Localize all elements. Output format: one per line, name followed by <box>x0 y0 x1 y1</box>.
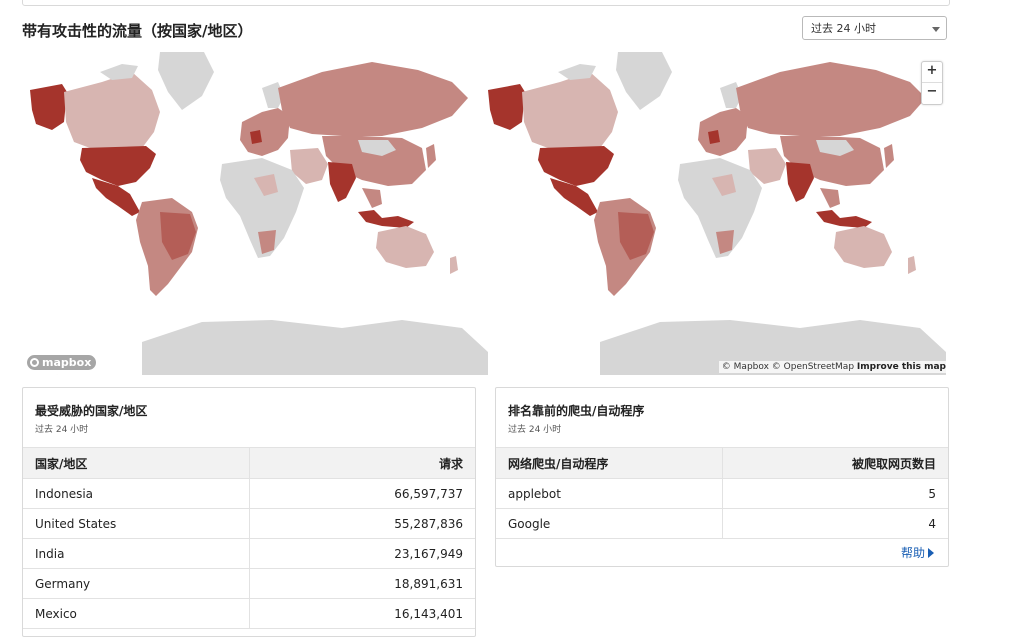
country-requests: 18,891,631 <box>249 568 475 599</box>
country-requests: 55,287,836 <box>249 508 475 539</box>
top-bots-title: 排名靠前的爬虫/自动程序 <box>508 404 645 418</box>
bot-pages: 5 <box>722 478 948 509</box>
mapbox-logo-icon <box>30 358 39 367</box>
bot-name: Google <box>496 508 723 539</box>
attribution-mapbox[interactable]: © Mapbox <box>722 362 769 372</box>
table-row: Germany 18,891,631 <box>23 568 475 599</box>
chevron-down-icon <box>932 27 940 32</box>
attribution-osm[interactable]: © OpenStreetMap <box>772 362 854 372</box>
mapbox-logo[interactable]: mapbox <box>27 355 97 370</box>
country-requests: 16,143,401 <box>249 598 475 629</box>
country-name: Germany <box>23 568 250 599</box>
column-header-pages: 被爬取网页数目 <box>722 447 948 479</box>
country-name: Mexico <box>23 598 250 629</box>
top-countries-table: 国家/地区 请求 Indonesia 66,597,737 United Sta… <box>23 447 475 629</box>
help-link[interactable]: 帮助 <box>901 544 934 561</box>
time-range-select[interactable]: 过去 24 小时 <box>802 16 947 40</box>
table-row: United States 55,287,836 <box>23 508 475 539</box>
bot-name: applebot <box>496 478 723 509</box>
top-bots-subtitle: 过去 24 小时 <box>508 425 562 435</box>
section-title: 带有攻击性的流量（按国家/地区） <box>22 22 253 40</box>
time-range-value: 过去 24 小时 <box>811 22 876 35</box>
country-name: Indonesia <box>23 478 250 509</box>
table-header-row: 网络爬虫/自动程序 被爬取网页数目 <box>496 447 948 479</box>
table-row: Mexico 16,143,401 <box>23 598 475 629</box>
top-countries-title: 最受威胁的国家/地区 <box>35 404 148 418</box>
table-row: applebot 5 <box>496 478 948 509</box>
column-header-country: 国家/地区 <box>23 447 250 479</box>
bot-pages: 4 <box>722 508 948 539</box>
help-label: 帮助 <box>900 546 925 560</box>
table-row: Indonesia 66,597,737 <box>23 478 475 509</box>
previous-card-edge <box>22 0 950 6</box>
caret-right-icon <box>928 548 934 558</box>
column-header-bot: 网络爬虫/自动程序 <box>496 447 723 479</box>
world-map[interactable]: 0 66597737 <box>22 52 949 375</box>
map-canvas <box>30 52 946 375</box>
table-header-row: 国家/地区 请求 <box>23 447 475 479</box>
table-row: Google 4 <box>496 508 948 539</box>
country-name: United States <box>23 508 250 539</box>
zoom-out-button[interactable]: − <box>922 83 942 103</box>
map-zoom-control: + − <box>921 61 943 105</box>
improve-map-link[interactable]: Improve this map <box>857 362 946 372</box>
top-countries-subtitle: 过去 24 小时 <box>35 425 89 435</box>
country-name: India <box>23 538 250 569</box>
top-bots-card: 排名靠前的爬虫/自动程序 过去 24 小时 网络爬虫/自动程序 被爬取网页数目 … <box>495 387 949 567</box>
country-requests: 23,167,949 <box>249 538 475 569</box>
country-requests: 66,597,737 <box>249 478 475 509</box>
column-header-requests: 请求 <box>249 447 475 479</box>
map-attribution: © Mapbox © OpenStreetMap Improve this ma… <box>718 361 949 373</box>
mapbox-logo-text: mapbox <box>42 356 92 369</box>
zoom-in-button[interactable]: + <box>922 62 942 83</box>
table-row: India 23,167,949 <box>23 538 475 569</box>
top-bots-table: 网络爬虫/自动程序 被爬取网页数目 applebot 5 Google 4 <box>496 447 948 539</box>
top-countries-card: 最受威胁的国家/地区 过去 24 小时 国家/地区 请求 Indonesia 6… <box>22 387 476 637</box>
